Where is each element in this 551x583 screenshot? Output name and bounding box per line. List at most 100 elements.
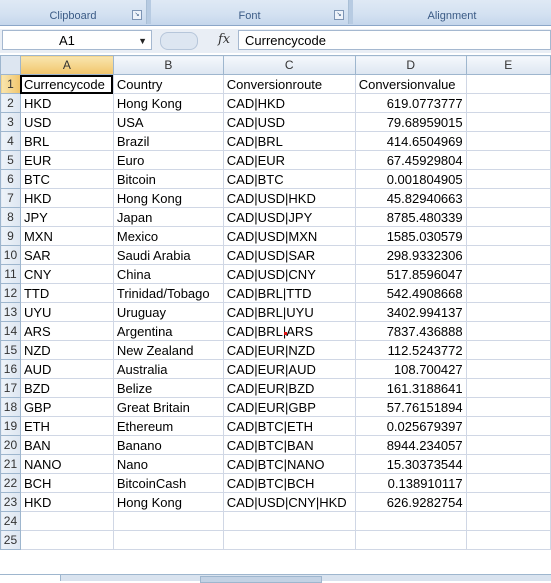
cell[interactable] [222, 511, 356, 531]
cell[interactable]: Hong Kong [112, 188, 224, 208]
cell[interactable]: Australia [112, 359, 224, 379]
row-header[interactable]: 10 [0, 245, 21, 265]
row-header[interactable]: 21 [0, 454, 21, 474]
cell[interactable]: CAD|BTC|NANO [222, 454, 356, 474]
cell[interactable] [465, 169, 551, 189]
cell[interactable]: CAD|USD|HKD [222, 188, 356, 208]
cell[interactable] [465, 359, 551, 379]
cell[interactable]: Saudi Arabia [112, 245, 224, 265]
row-header[interactable]: 14 [0, 321, 21, 341]
cell[interactable] [465, 530, 551, 550]
cell[interactable]: UYU [19, 302, 114, 322]
cell[interactable]: CAD|USD [222, 112, 356, 132]
cell[interactable] [465, 283, 551, 303]
cell[interactable]: Banano [112, 435, 224, 455]
cell[interactable] [465, 340, 551, 360]
name-box[interactable]: A1 ▼ [2, 30, 152, 50]
cell[interactable]: HKD [19, 93, 114, 113]
sheet-tab[interactable] [0, 575, 61, 581]
cell[interactable] [465, 112, 551, 132]
cell[interactable]: 517.8596047 [354, 264, 467, 284]
cell[interactable] [465, 321, 551, 341]
row-header[interactable]: 15 [0, 340, 21, 360]
select-all-corner[interactable] [0, 55, 21, 75]
cell[interactable]: Conversionroute [222, 74, 356, 94]
cell[interactable] [465, 188, 551, 208]
cell[interactable]: CNY [19, 264, 114, 284]
cell[interactable] [19, 511, 114, 531]
cell[interactable] [465, 74, 551, 94]
cell[interactable]: CAD|EUR|NZD [222, 340, 356, 360]
column-header-d[interactable]: D [354, 55, 467, 75]
cell[interactable] [19, 530, 114, 550]
cell[interactable]: NZD [19, 340, 114, 360]
cell[interactable]: Mexico [112, 226, 224, 246]
cell[interactable]: BTC [19, 169, 114, 189]
row-header[interactable]: 25 [0, 530, 21, 550]
cell[interactable]: New Zealand [112, 340, 224, 360]
cell[interactable]: Hong Kong [112, 93, 224, 113]
row-header[interactable]: 24 [0, 511, 21, 531]
cell[interactable]: CAD|USD|JPY [222, 207, 356, 227]
cell[interactable]: Japan [112, 207, 224, 227]
cell[interactable]: CAD|BRL|UYU [222, 302, 356, 322]
cell[interactable]: ARS [19, 321, 114, 341]
row-header[interactable]: 13 [0, 302, 21, 322]
cell[interactable]: 57.76151894 [354, 397, 467, 417]
column-header-a[interactable]: A [19, 55, 114, 75]
cell[interactable]: BZD [19, 378, 114, 398]
cell[interactable]: 161.3188641 [354, 378, 467, 398]
cell[interactable]: USD [19, 112, 114, 132]
row-header[interactable]: 16 [0, 359, 21, 379]
cell[interactable]: CAD|BTC [222, 169, 356, 189]
cell[interactable]: CAD|BRL [222, 131, 356, 151]
cell[interactable] [465, 454, 551, 474]
font-dialog-launcher-icon[interactable]: ↘ [334, 10, 344, 20]
cell[interactable]: EUR [19, 150, 114, 170]
cell[interactable]: Argentina [112, 321, 224, 341]
cell[interactable]: BCH [19, 473, 114, 493]
cell[interactable]: CAD|BTC|ETH [222, 416, 356, 436]
cell[interactable]: Great Britain [112, 397, 224, 417]
row-header[interactable]: 23 [0, 492, 21, 512]
cell[interactable]: HKD [19, 188, 114, 208]
cell[interactable]: 8944.234057 [354, 435, 467, 455]
row-header[interactable]: 22 [0, 473, 21, 493]
cell[interactable]: Belize [112, 378, 224, 398]
cell[interactable]: CAD|USD|MXN [222, 226, 356, 246]
cell[interactable] [222, 530, 356, 550]
cell[interactable]: JPY [19, 207, 114, 227]
cell[interactable]: 79.68959015 [354, 112, 467, 132]
row-header[interactable]: 12 [0, 283, 21, 303]
cell[interactable]: HKD [19, 492, 114, 512]
cell[interactable]: ETH [19, 416, 114, 436]
cell[interactable] [112, 530, 224, 550]
column-header-e[interactable]: E [465, 55, 551, 75]
cell[interactable]: TTD [19, 283, 114, 303]
cell[interactable]: 619.0773777 [354, 93, 467, 113]
cell[interactable]: Brazil [112, 131, 224, 151]
cell[interactable]: 1585.030579 [354, 226, 467, 246]
row-header[interactable]: 6 [0, 169, 21, 189]
cell[interactable]: 0.025679397 [354, 416, 467, 436]
cell[interactable] [465, 492, 551, 512]
cell[interactable]: 0.001804905 [354, 169, 467, 189]
cell[interactable]: Trinidad/Tobago [112, 283, 224, 303]
cell[interactable]: 15.30373544 [354, 454, 467, 474]
cell[interactable]: 108.700427 [354, 359, 467, 379]
cell[interactable]: 542.4908668 [354, 283, 467, 303]
cell[interactable]: CAD|USD|CNY|HKD [222, 492, 356, 512]
cell[interactable]: CAD|BRL|TTD [222, 283, 356, 303]
cell[interactable]: SAR [19, 245, 114, 265]
cell[interactable]: 67.45929804 [354, 150, 467, 170]
cell[interactable]: CAD|EUR|BZD [222, 378, 356, 398]
cell[interactable]: 0.138910117 [354, 473, 467, 493]
cell[interactable]: CAD|BTC|BAN [222, 435, 356, 455]
cell[interactable]: 7837.436888 [354, 321, 467, 341]
cell[interactable]: CAD|EUR|AUD [222, 359, 356, 379]
row-header[interactable]: 9 [0, 226, 21, 246]
row-header[interactable]: 7 [0, 188, 21, 208]
cell[interactable] [465, 511, 551, 531]
cell[interactable] [354, 511, 467, 531]
cell[interactable]: Conversionvalue [354, 74, 467, 94]
